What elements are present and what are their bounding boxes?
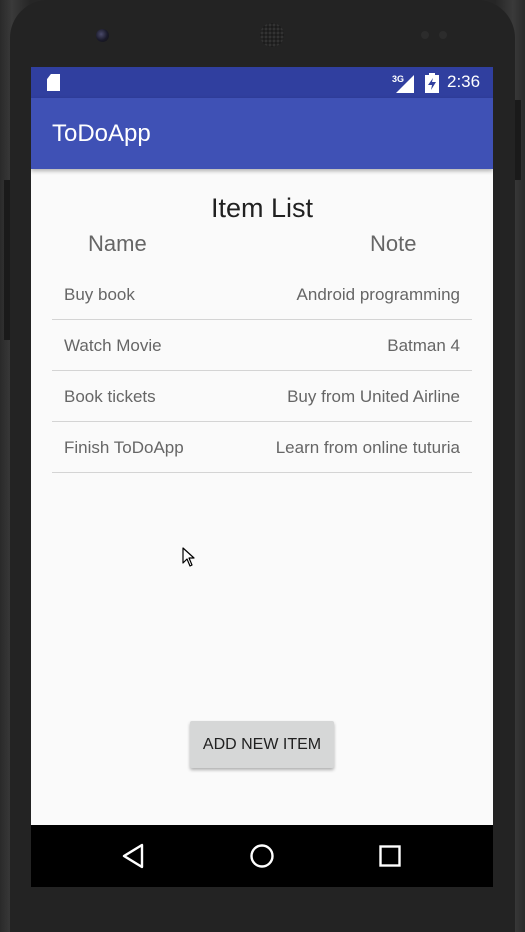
item-note: Buy from United Airline <box>287 387 460 406</box>
list-title: Item List <box>210 193 314 223</box>
item-name: Finish ToDoApp <box>64 438 184 457</box>
column-header-note: Note <box>370 231 417 256</box>
app-bar: ToDoApp <box>31 98 493 169</box>
earpiece-speaker <box>260 23 284 47</box>
battery-charging-icon <box>425 73 439 93</box>
navigation-bar <box>31 825 493 887</box>
screen: 3G 2:36 ToDoApp Item List Name Note Buy … <box>31 67 493 887</box>
back-icon[interactable] <box>120 842 148 870</box>
list-item[interactable]: Book tickets Buy from United Airline <box>52 371 472 422</box>
proximity-sensor <box>421 31 429 39</box>
item-name: Buy book <box>64 285 135 304</box>
item-note: Learn from online tuturia <box>275 438 460 457</box>
item-note: Android programming <box>296 285 460 304</box>
item-name: Book tickets <box>64 387 156 406</box>
item-name: Watch Movie <box>64 336 162 355</box>
list-item[interactable]: Watch Movie Batman 4 <box>52 320 472 371</box>
network-type-label: 3G <box>392 74 404 84</box>
main-content: Item List Name Note Buy book Android pro… <box>31 169 493 825</box>
home-icon[interactable] <box>248 842 276 870</box>
app-title: ToDoApp <box>52 120 151 147</box>
front-camera <box>96 29 109 42</box>
device-frame: 3G 2:36 ToDoApp Item List Name Note Buy … <box>0 0 525 932</box>
recents-icon[interactable] <box>376 842 404 870</box>
list-item[interactable]: Finish ToDoApp Learn from online tuturia <box>52 422 472 473</box>
item-note: Batman 4 <box>387 336 460 355</box>
status-bar: 3G 2:36 <box>31 67 493 98</box>
item-list: Buy book Android programming Watch Movie… <box>52 269 472 473</box>
power-button <box>515 100 521 180</box>
list-item[interactable]: Buy book Android programming <box>52 269 472 320</box>
light-sensor <box>439 31 447 39</box>
sd-card-icon <box>47 74 60 91</box>
signal-icon: 3G <box>392 74 414 93</box>
mouse-cursor-icon <box>182 547 195 567</box>
clock: 2:36 <box>447 72 481 91</box>
add-new-item-button[interactable]: ADD NEW ITEM <box>190 721 334 768</box>
column-header-name: Name <box>88 231 147 256</box>
